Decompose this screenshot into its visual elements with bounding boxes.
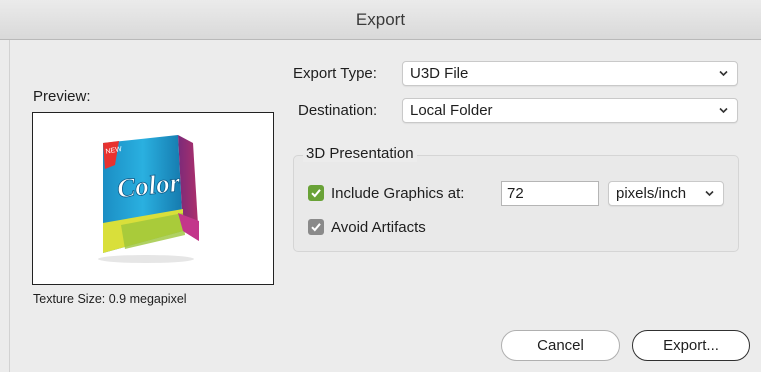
preview-panel: NEW Color [32, 112, 274, 285]
export-type-value: U3D File [410, 65, 469, 82]
resolution-unit-value: pixels/inch [616, 185, 687, 202]
resolution-unit-select[interactable]: pixels/inch [608, 181, 724, 206]
avoid-artifacts-label: Avoid Artifacts [331, 219, 426, 236]
include-graphics-checkbox[interactable] [308, 185, 324, 201]
export-button[interactable]: Export... [632, 330, 750, 361]
include-graphics-label: Include Graphics at: [331, 185, 465, 202]
cancel-button[interactable]: Cancel [501, 330, 620, 361]
export-type-label: Export Type: [293, 65, 377, 82]
chevron-down-icon [705, 190, 714, 197]
chevron-down-icon [719, 107, 728, 114]
avoid-artifacts-checkbox[interactable] [308, 219, 324, 235]
destination-label: Destination: [298, 102, 378, 119]
destination-value: Local Folder [410, 102, 493, 119]
export-type-select[interactable]: U3D File [402, 61, 738, 86]
graphics-resolution-input[interactable]: 72 [501, 181, 599, 206]
preview-label: Preview: [33, 88, 91, 105]
destination-select[interactable]: Local Folder [402, 98, 738, 123]
checkmark-icon [311, 189, 321, 198]
product-preview-image: NEW Color [98, 135, 199, 263]
texture-size-text: Texture Size: 0.9 megapixel [33, 292, 187, 306]
presentation-group-title: 3D Presentation [303, 145, 417, 162]
checkmark-icon [311, 223, 321, 232]
window-title: Export [355, 10, 406, 29]
window-titlebar: Export [0, 0, 761, 40]
window-edge [9, 40, 10, 372]
chevron-down-icon [719, 70, 728, 77]
